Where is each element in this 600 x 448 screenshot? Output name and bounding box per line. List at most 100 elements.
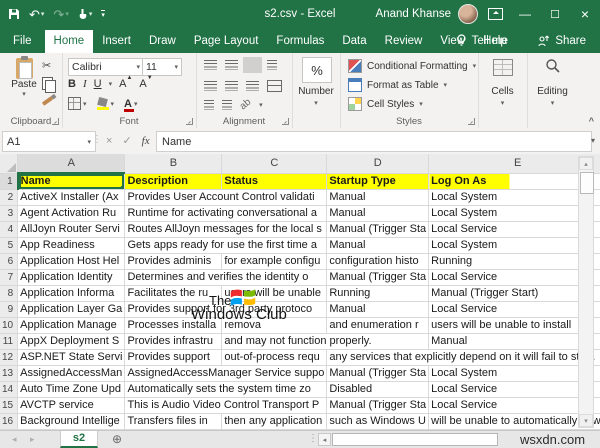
cell-A5[interactable]: App Readiness [17, 237, 126, 254]
redo-button[interactable]: ↷ ▾ [53, 8, 68, 21]
editing-group[interactable]: Editing ▾ [527, 53, 578, 128]
tab-file[interactable]: File [0, 30, 45, 53]
tab-data[interactable]: Data [333, 30, 375, 53]
cells-group[interactable]: Cells ▾ [478, 53, 528, 128]
cell-A11[interactable]: AppX Deployment S [17, 333, 126, 350]
row-header-7[interactable]: 7 [0, 269, 19, 286]
formula-input[interactable]: Name [156, 131, 592, 152]
col-header-E[interactable]: E [428, 154, 600, 174]
cell-B8[interactable]: Facilitates the ru [124, 285, 223, 302]
cell-E8[interactable]: Manual (Trigger Start) [428, 285, 600, 302]
alignment-dialog-launcher[interactable] [282, 118, 289, 125]
cancel-icon[interactable]: × [106, 135, 112, 147]
tab-scroll-splitter[interactable]: ⋮ [308, 433, 318, 444]
undo-button[interactable]: ↶ ▾ [29, 8, 44, 21]
cell-B2[interactable]: Provides User Account Control validati [124, 189, 328, 206]
tab-formulas[interactable]: Formulas [267, 30, 333, 53]
scroll-left-icon[interactable]: ◂ [318, 433, 331, 446]
cell-E4[interactable]: Local Service [428, 221, 600, 238]
row-header-5[interactable]: 5 [0, 237, 19, 254]
insert-function-icon[interactable]: fx [142, 135, 150, 147]
row-header-10[interactable]: 10 [0, 317, 19, 334]
cell-D1[interactable]: Startup Type [326, 173, 430, 190]
cell-A4[interactable]: AllJoyn Router Servi [17, 221, 126, 238]
cell-D2[interactable]: Manual [326, 189, 430, 206]
shrink-font-button[interactable]: A▼ [139, 75, 152, 90]
cell-A9[interactable]: Application Layer Ga [17, 301, 126, 318]
cell-E1[interactable]: Log On As [428, 173, 600, 190]
tab-insert[interactable]: Insert [93, 30, 140, 53]
maximize-button[interactable]: ☐ [540, 0, 570, 28]
cell-B4[interactable]: Routes AllJoyn messages for the local s [124, 221, 328, 238]
cell-E15[interactable]: Local Service [428, 397, 600, 414]
row-header-12[interactable]: 12 [0, 349, 19, 366]
select-all-corner[interactable] [0, 154, 19, 174]
tab-home[interactable]: Home [44, 30, 94, 53]
cell-D5[interactable]: Manual [326, 237, 430, 254]
cell-B15[interactable]: This is Audio Video Control Transport P [124, 397, 328, 414]
percent-style-button[interactable]: % [302, 57, 332, 83]
col-header-C[interactable]: C [221, 154, 328, 174]
vertical-scrollbar[interactable]: ▴ ▾ [578, 156, 594, 428]
touch-mode-button[interactable]: ▾ [78, 8, 92, 20]
format-painter-icon[interactable] [41, 96, 54, 106]
tell-me-box[interactable]: Tell me [452, 29, 512, 53]
cell-B12[interactable]: Provides support [124, 349, 223, 366]
cell-E5[interactable]: Local System [428, 237, 600, 254]
wrap-text-icon[interactable] [267, 60, 277, 70]
underline-dropdown[interactable]: ▾ [109, 80, 113, 88]
cell-D7[interactable]: Manual (Trigger Sta [326, 269, 430, 286]
col-header-B[interactable]: B [124, 154, 223, 174]
fill-color-button[interactable]: ▾ [96, 97, 114, 110]
font-size-select[interactable]: 11 ▾ [142, 58, 182, 76]
row-header-11[interactable]: 11 [0, 333, 19, 350]
cell-C12[interactable]: out-of-process requ [221, 349, 328, 366]
styles-dialog-launcher[interactable] [468, 118, 475, 125]
row-header-13[interactable]: 13 [0, 365, 19, 382]
borders-button[interactable]: ▾ [68, 97, 87, 110]
cell-B7[interactable]: Determines and verifies the identity o [124, 269, 328, 286]
avatar[interactable] [458, 4, 478, 24]
cell-E10[interactable]: users will be unable to install [428, 317, 600, 334]
col-header-D[interactable]: D [326, 154, 430, 174]
cell-B9[interactable]: Provides support for 3rd party protoco [124, 301, 328, 318]
cell-A14[interactable]: Auto Time Zone Upd [17, 381, 126, 398]
cell-B5[interactable]: Gets apps ready for use the first time a [124, 237, 328, 254]
styles-item-cell-styles[interactable]: Cell Styles ▾ [348, 97, 423, 111]
cell-B14[interactable]: Automatically sets the system time zo [124, 381, 328, 398]
cell-A16[interactable]: Background Intellige [17, 413, 126, 430]
save-icon[interactable] [8, 8, 20, 20]
cell-E9[interactable]: Local Service [428, 301, 600, 318]
cell-E7[interactable]: Local Service [428, 269, 600, 286]
styles-item-format-as-table[interactable]: Format as Table ▾ [348, 78, 447, 92]
cell-A8[interactable]: Application Informa [17, 285, 126, 302]
row-header-3[interactable]: 3 [0, 205, 19, 222]
cell-D12[interactable]: any services that explicitly depend on i… [326, 349, 600, 366]
cell-D4[interactable]: Manual (Trigger Sta [326, 221, 430, 238]
number-group[interactable]: % Number ▾ [292, 53, 341, 128]
ribbon-display-options-button[interactable] [480, 0, 510, 28]
cell-A2[interactable]: ActiveX Installer (Ax [17, 189, 126, 206]
cell-D15[interactable]: Manual (Trigger Sta [326, 397, 430, 414]
cell-A15[interactable]: AVCTP service [17, 397, 126, 414]
bold-button[interactable]: B [68, 78, 76, 90]
align-top-icon[interactable] [204, 60, 217, 70]
align-bottom-icon[interactable] [243, 57, 262, 73]
decrease-indent-icon[interactable] [204, 99, 214, 110]
cell-D6[interactable]: configuration histo [326, 253, 430, 270]
orientation-icon[interactable]: ab [238, 97, 254, 113]
expand-formula-bar-icon[interactable]: ▾ [591, 136, 595, 145]
vertical-scroll-thumb[interactable] [580, 172, 594, 194]
row-header-4[interactable]: 4 [0, 221, 19, 238]
cell-E6[interactable]: Running [428, 253, 600, 270]
increase-indent-icon[interactable] [222, 99, 232, 110]
cell-A6[interactable]: Application Host Hel [17, 253, 126, 270]
font-name-select[interactable]: Calibri ▾ [68, 58, 144, 76]
cell-B16[interactable]: Transfers files in [124, 413, 223, 430]
grow-font-button[interactable]: A▲ [119, 75, 132, 90]
row-header-2[interactable]: 2 [0, 189, 19, 206]
cell-E3[interactable]: Local System [428, 205, 600, 222]
cell-B6[interactable]: Provides adminis [124, 253, 223, 270]
cell-D13[interactable]: Manual (Trigger Sta [326, 365, 430, 382]
cell-A7[interactable]: Application Identity [17, 269, 126, 286]
